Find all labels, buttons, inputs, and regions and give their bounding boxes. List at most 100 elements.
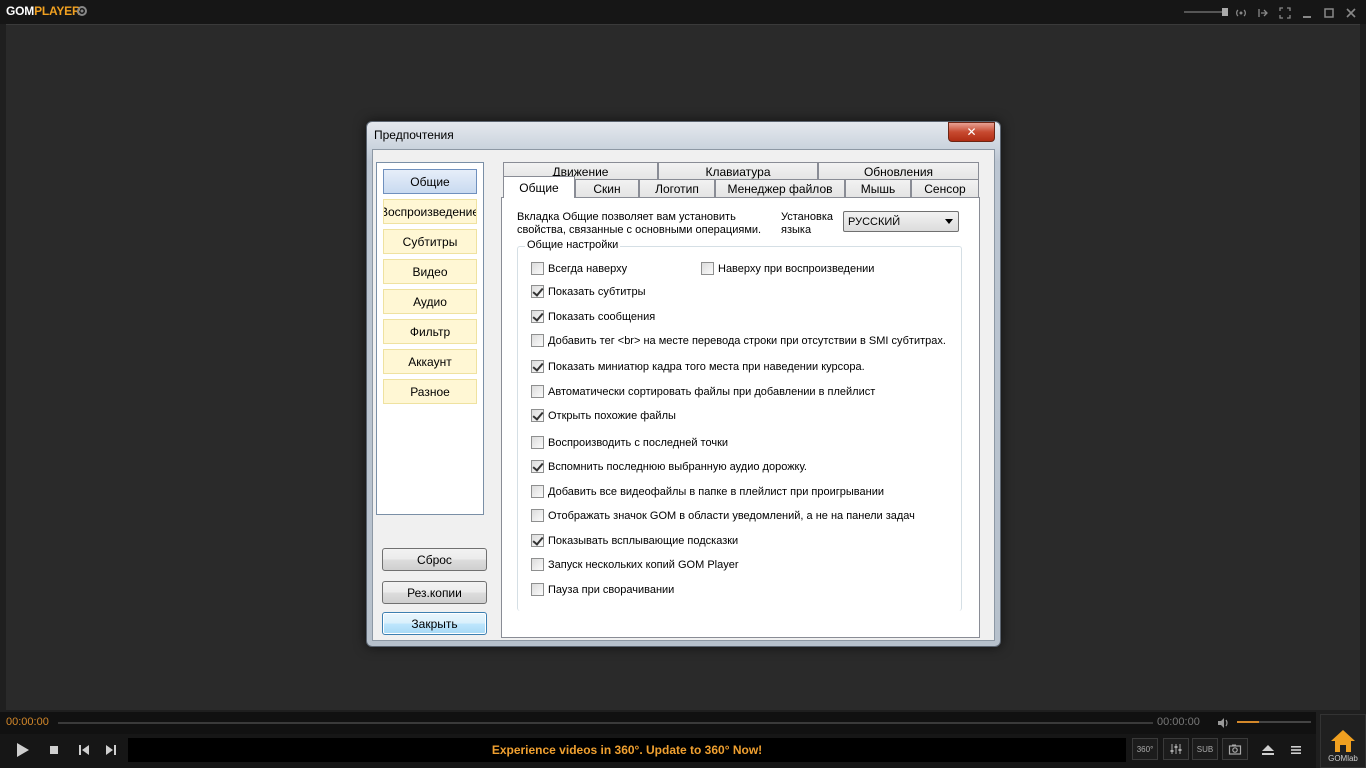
- option-checkbox[interactable]: [531, 310, 544, 323]
- option-checkbox[interactable]: [531, 360, 544, 373]
- option-row[interactable]: Вспомнить последнюю выбранную аудио доро…: [531, 460, 807, 473]
- tab-keyboard[interactable]: Клавиатура: [658, 162, 818, 180]
- tab-sensor[interactable]: Сенсор: [911, 179, 979, 197]
- option-row[interactable]: Запуск нескольких копий GOM Player: [531, 558, 739, 571]
- close-button-label: Закрыть: [411, 616, 458, 631]
- backup-button[interactable]: Рез.копии: [382, 581, 487, 604]
- sidebar-item-subtitles[interactable]: Субтитры: [383, 229, 477, 254]
- option-row[interactable]: Всегда наверху: [531, 262, 627, 275]
- menu-icon[interactable]: [1286, 740, 1306, 760]
- general-settings-group: Общие настройки Всегда наверху Наверху пр…: [517, 239, 962, 611]
- sidebar-item-general[interactable]: Общие: [383, 169, 477, 194]
- option-label: Вспомнить последнюю выбранную аудио доро…: [548, 460, 807, 473]
- tab-sensor-label: Сенсор: [924, 181, 966, 196]
- tab-logo-label: Логотип: [655, 181, 699, 196]
- subtitle-button[interactable]: SUB: [1192, 738, 1218, 760]
- minimize-icon[interactable]: [1300, 5, 1314, 19]
- opacity-slider-knob[interactable]: [1222, 8, 1228, 16]
- gear-icon[interactable]: [76, 5, 88, 17]
- sidebar-item-playback[interactable]: Воспроизведение: [383, 199, 477, 224]
- next-icon[interactable]: [101, 740, 121, 760]
- language-label: Установка языка: [781, 211, 833, 236]
- option-row[interactable]: Добавить все видеофайлы в папке в плейли…: [531, 485, 884, 498]
- option-row[interactable]: Показать сообщения: [531, 310, 655, 323]
- option-label: Запуск нескольких копий GOM Player: [548, 558, 739, 571]
- dialog-title: Предпочтения: [374, 128, 454, 142]
- tab-logo[interactable]: Логотип: [639, 179, 715, 197]
- tab-updates[interactable]: Обновления: [818, 162, 979, 180]
- option-checkbox[interactable]: [531, 262, 544, 275]
- current-time: 00:00:00: [6, 716, 49, 728]
- option-label: Отображать значок GOM в области уведомле…: [548, 509, 915, 522]
- tab-mouse[interactable]: Мышь: [845, 179, 911, 197]
- option-checkbox[interactable]: [531, 558, 544, 571]
- previous-icon[interactable]: [74, 740, 94, 760]
- broadcast-icon[interactable]: [1234, 5, 1248, 19]
- language-select[interactable]: РУССКИЙ: [843, 211, 959, 232]
- sidebar-item-label: Аккаунт: [408, 354, 452, 369]
- home-icon: [1331, 730, 1355, 752]
- eject-icon[interactable]: [1258, 740, 1278, 760]
- group-title: Общие настройки: [525, 239, 621, 251]
- tab-updates-label: Обновления: [863, 164, 934, 179]
- seek-bar[interactable]: [58, 722, 1153, 724]
- pin-icon[interactable]: [1256, 5, 1270, 19]
- tab-general[interactable]: Общие: [503, 176, 575, 198]
- sidebar-item-label: Субтитры: [402, 234, 458, 249]
- option-checkbox[interactable]: [531, 509, 544, 522]
- reset-button[interactable]: Сброс: [382, 548, 487, 571]
- tab-skin[interactable]: Скин: [575, 179, 639, 197]
- category-sidebar: Общие Воспроизведение Субтитры Видео Аудио Фи…: [376, 162, 484, 515]
- promo-banner[interactable]: Experience videos in 360°. Update to 360…: [128, 738, 1126, 762]
- option-row[interactable]: Открыть похожие файлы: [531, 409, 676, 422]
- gomlab-button[interactable]: GOMlab: [1320, 714, 1366, 768]
- sidebar-item-label: Воспроизведение: [383, 204, 477, 219]
- tab-mouse-label: Мышь: [860, 181, 896, 196]
- equalizer-icon[interactable]: [1163, 738, 1189, 760]
- sidebar-item-audio[interactable]: Аудио: [383, 289, 477, 314]
- option-label: Показывать всплывающие подсказки: [548, 534, 739, 547]
- gom-logo[interactable]: GOMPLAYER: [6, 4, 81, 18]
- vr-360-button[interactable]: 360°: [1132, 738, 1158, 760]
- option-checkbox[interactable]: [701, 262, 714, 275]
- sidebar-item-label: Разное: [410, 384, 450, 399]
- camera-icon[interactable]: [1222, 738, 1248, 760]
- option-checkbox[interactable]: [531, 534, 544, 547]
- dialog-close-button[interactable]: ✕: [948, 122, 995, 142]
- option-checkbox[interactable]: [531, 285, 544, 298]
- close-icon[interactable]: [1344, 5, 1358, 19]
- speaker-icon[interactable]: [1216, 715, 1230, 729]
- maximize-icon[interactable]: [1322, 5, 1336, 19]
- option-row[interactable]: Наверху при воспроизведении: [701, 262, 874, 275]
- option-row[interactable]: Показать субтитры: [531, 285, 646, 298]
- sidebar-item-misc[interactable]: Разное: [383, 379, 477, 404]
- option-checkbox[interactable]: [531, 436, 544, 449]
- option-checkbox[interactable]: [531, 409, 544, 422]
- logo-text-main: GOM: [6, 4, 35, 18]
- option-row[interactable]: Пауза при сворачивании: [531, 583, 674, 596]
- play-icon[interactable]: [12, 740, 32, 760]
- gomlab-label: GOMlab: [1328, 754, 1358, 763]
- option-row[interactable]: Показывать всплывающие подсказки: [531, 534, 738, 547]
- option-checkbox[interactable]: [531, 334, 544, 347]
- option-checkbox[interactable]: [531, 460, 544, 473]
- opacity-slider[interactable]: [1184, 8, 1228, 16]
- fullscreen-icon[interactable]: [1278, 5, 1292, 19]
- sidebar-item-label: Видео: [412, 264, 448, 279]
- volume-slider[interactable]: [1237, 721, 1311, 723]
- close-button[interactable]: Закрыть: [382, 612, 487, 635]
- option-checkbox[interactable]: [531, 385, 544, 398]
- option-row[interactable]: Автоматически сортировать файлы при доба…: [531, 385, 875, 398]
- subtitle-label: SUB: [1196, 744, 1214, 754]
- option-row[interactable]: Добавить тег <br> на месте перевода стро…: [531, 334, 946, 347]
- option-checkbox[interactable]: [531, 485, 544, 498]
- tab-file-manager[interactable]: Менеджер файлов: [715, 179, 845, 197]
- option-checkbox[interactable]: [531, 583, 544, 596]
- sidebar-item-account[interactable]: Аккаунт: [383, 349, 477, 374]
- option-row[interactable]: Показать миниатюр кадра того места при н…: [531, 360, 865, 373]
- stop-icon[interactable]: [44, 740, 64, 760]
- option-row[interactable]: Отображать значок GOM в области уведомле…: [531, 509, 915, 522]
- sidebar-item-filter[interactable]: Фильтр: [383, 319, 477, 344]
- sidebar-item-video[interactable]: Видео: [383, 259, 477, 284]
- option-row[interactable]: Воспроизводить с последней точки: [531, 436, 728, 449]
